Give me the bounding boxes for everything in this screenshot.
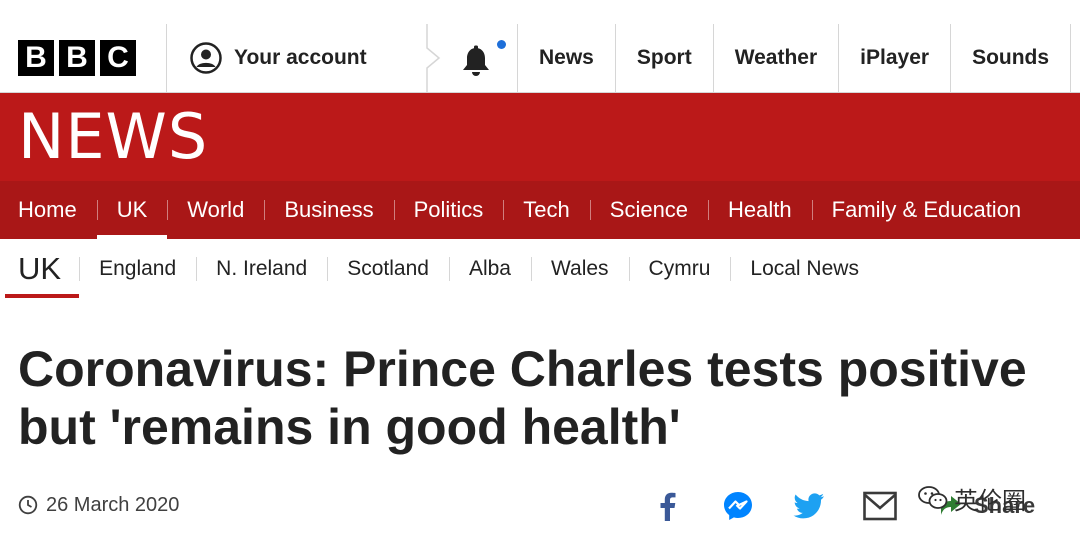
top-nav-news[interactable]: News bbox=[517, 24, 615, 92]
news-wordmark[interactable]: NEWS bbox=[18, 101, 208, 173]
sub-nav-local-news[interactable]: Local News bbox=[730, 240, 879, 298]
main-nav-uk[interactable]: UK bbox=[96, 181, 168, 239]
facebook-icon[interactable] bbox=[650, 489, 684, 523]
divider bbox=[166, 24, 167, 92]
main-nav-family-education[interactable]: Family & Education bbox=[811, 181, 1042, 239]
main-nav-business[interactable]: Business bbox=[264, 181, 393, 239]
top-nav-iplayer[interactable]: iPlayer bbox=[838, 24, 950, 92]
top-bar: B B C Your account News Sport Weather iP… bbox=[0, 0, 1080, 93]
main-nav-world[interactable]: World bbox=[167, 181, 264, 239]
sub-nav-cymru[interactable]: Cymru bbox=[628, 240, 731, 298]
main-nav-tech[interactable]: Tech bbox=[503, 181, 589, 239]
notification-dot bbox=[497, 40, 506, 49]
main-nav-science[interactable]: Science bbox=[589, 181, 708, 239]
bbc-logo-letter: B bbox=[59, 40, 95, 76]
main-nav-politics[interactable]: Politics bbox=[393, 181, 504, 239]
bbc-logo[interactable]: B B C bbox=[18, 40, 136, 76]
sub-nav: UK England N. Ireland Scotland Alba Wale… bbox=[0, 239, 1080, 299]
article-headline: Coronavirus: Prince Charles tests positi… bbox=[18, 341, 1027, 455]
email-icon[interactable] bbox=[863, 489, 897, 523]
top-nav-sport[interactable]: Sport bbox=[614, 24, 713, 92]
watermark: 英伦圈 bbox=[918, 478, 1026, 518]
bbc-logo-letter: C bbox=[100, 40, 136, 76]
main-nav-health[interactable]: Health bbox=[708, 181, 812, 239]
user-account-icon bbox=[190, 42, 222, 74]
notifications-bell-icon[interactable] bbox=[459, 44, 493, 78]
bbc-logo-letter: B bbox=[18, 40, 54, 76]
article-date: 26 March 2020 bbox=[46, 493, 180, 516]
sub-nav-alba[interactable]: Alba bbox=[448, 240, 531, 298]
main-nav-home[interactable]: Home bbox=[0, 181, 97, 239]
sub-nav-current-section[interactable]: UK bbox=[0, 240, 80, 298]
top-nav-more[interactable] bbox=[1070, 24, 1080, 92]
article-dateline: 26 March 2020 bbox=[18, 492, 179, 518]
top-nav: News Sport Weather iPlayer Sounds bbox=[517, 24, 1080, 92]
account-link[interactable]: Your account bbox=[190, 40, 367, 76]
sub-nav-wales[interactable]: Wales bbox=[530, 240, 629, 298]
news-banner: NEWS bbox=[0, 93, 1080, 181]
main-nav: Home UK World Business Politics Tech Sci… bbox=[0, 181, 1080, 239]
sub-nav-england[interactable]: England bbox=[79, 240, 196, 298]
clock-icon bbox=[18, 495, 38, 515]
account-label: Your account bbox=[234, 46, 367, 69]
wechat-icon bbox=[918, 486, 948, 509]
top-nav-sounds[interactable]: Sounds bbox=[950, 24, 1070, 92]
top-nav-weather[interactable]: Weather bbox=[712, 24, 838, 92]
watermark-text: 英伦圈 bbox=[954, 486, 1026, 515]
sub-nav-scotland[interactable]: Scotland bbox=[327, 240, 449, 298]
chevron-right-icon bbox=[426, 24, 441, 92]
messenger-icon[interactable] bbox=[721, 489, 755, 523]
twitter-icon[interactable] bbox=[792, 489, 826, 523]
sub-nav-n-ireland[interactable]: N. Ireland bbox=[196, 240, 327, 298]
